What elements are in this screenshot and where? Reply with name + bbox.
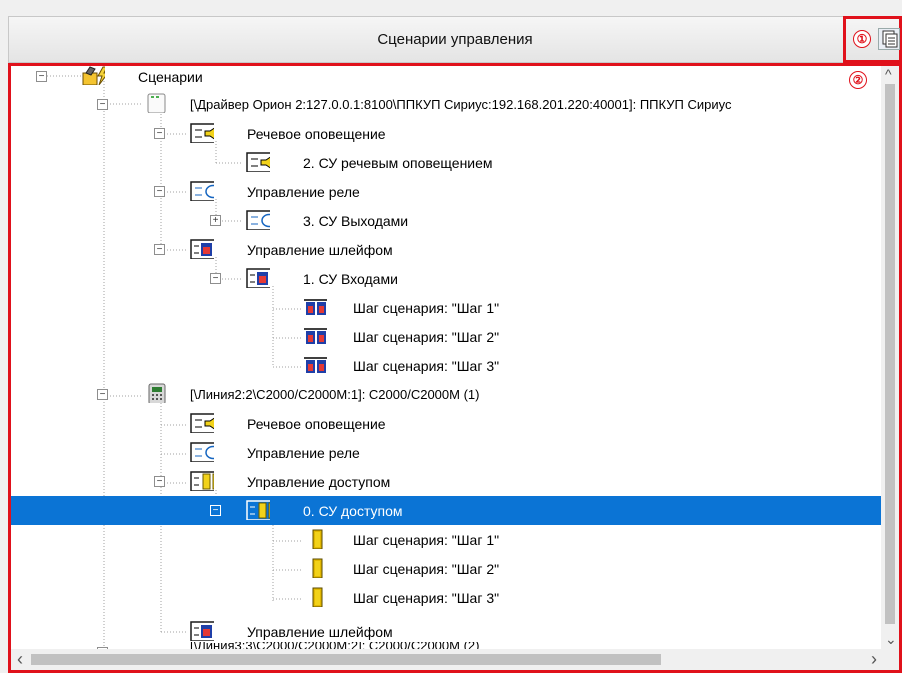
relay-control-icon — [246, 210, 270, 230]
relay-control-icon — [190, 442, 214, 462]
collapse-toggle[interactable]: − — [210, 505, 221, 516]
tree-row-access-step[interactable]: Шаг сценария: "Шаг 3" — [11, 583, 884, 612]
tree-row-relay[interactable]: Управление реле — [11, 438, 884, 467]
scenario-tree-panel[interactable]: ② − Сценарии − [\Драйвер Орион 2:127.0.0… — [8, 63, 902, 673]
tree-label-speech: Речевое оповещение — [247, 125, 386, 142]
loop-control-icon — [246, 268, 270, 288]
collapse-toggle[interactable]: − — [154, 186, 165, 197]
tree-label-step: Шаг сценария: "Шаг 3" — [353, 589, 500, 606]
collapse-toggle[interactable]: − — [154, 128, 165, 139]
header-title: Сценарии управления — [377, 31, 533, 48]
loop-step-icon — [304, 357, 327, 373]
tree-label-speech-scenario: 2. СУ речевым оповещением — [303, 154, 493, 171]
tree-row-line2[interactable]: − [\Линия2:2\С2000/С2000М:1]: С2000/С200… — [11, 380, 884, 409]
tree-label-loop-scenario: 1. СУ Входами — [303, 270, 398, 287]
speech-notification-icon — [190, 123, 214, 143]
collapse-toggle[interactable]: − — [97, 99, 108, 110]
copy-button[interactable] — [878, 28, 900, 50]
expand-toggle[interactable]: + — [210, 215, 221, 226]
tree-row-loop[interactable]: − Управление шлейфом — [11, 235, 884, 264]
device-icon — [147, 93, 166, 113]
access-control-icon — [190, 471, 214, 491]
tree-row-access[interactable]: − Управление доступом — [11, 467, 884, 496]
tree-row-access-step[interactable]: Шаг сценария: "Шаг 2" — [11, 554, 884, 583]
loop-control-icon — [190, 621, 214, 641]
tree-row-speech-scenario[interactable]: 2. СУ речевым оповещением — [11, 148, 884, 177]
door-step-icon — [312, 558, 323, 578]
tree-label-line2: [\Линия2:2\С2000/С2000М:1]: С2000/С2000М… — [190, 387, 480, 402]
tree-row-loop-step[interactable]: Шаг сценария: "Шаг 3" — [11, 351, 884, 380]
tree-label-step: Шаг сценария: "Шаг 3" — [353, 357, 500, 374]
collapse-toggle[interactable]: − — [210, 273, 221, 284]
tree-row-loop-step[interactable]: Шаг сценария: "Шаг 2" — [11, 322, 884, 351]
loop-control-icon — [190, 239, 214, 259]
tree-label-root: Сценарии — [138, 68, 203, 85]
badge-one: ① — [853, 30, 871, 48]
tree-row-relay-scenario[interactable]: + 3. СУ Выходами — [11, 206, 884, 235]
tree-label-driver: [\Драйвер Орион 2:127.0.0.1:8100\ППКУП С… — [190, 97, 732, 112]
scroll-right-icon[interactable]: › — [871, 649, 877, 670]
control-panel-icon — [148, 383, 166, 403]
scroll-up-icon[interactable]: ^ — [885, 66, 892, 82]
tree-row-driver[interactable]: − [\Драйвер Орион 2:127.0.0.1:8100\ППКУП… — [11, 90, 884, 119]
collapse-toggle[interactable]: − — [36, 71, 47, 82]
scenarios-root-icon — [82, 66, 105, 85]
tree-row-relay[interactable]: − Управление реле — [11, 177, 884, 206]
tree-label-access-scenario: 0. СУ доступом — [303, 502, 403, 519]
door-step-icon — [312, 529, 323, 549]
tree-label-relay: Управление реле — [247, 183, 360, 200]
tree-label-speech: Речевое оповещение — [247, 415, 386, 432]
tree-row-loop-step[interactable]: Шаг сценария: "Шаг 1" — [11, 293, 884, 322]
tree-label-step: Шаг сценария: "Шаг 2" — [353, 560, 500, 577]
collapse-toggle[interactable]: − — [97, 389, 108, 400]
speech-notification-icon — [246, 152, 270, 172]
tree-row-access-step[interactable]: Шаг сценария: "Шаг 1" — [11, 525, 884, 554]
door-step-icon — [312, 587, 323, 607]
tree-label-step: Шаг сценария: "Шаг 1" — [353, 299, 500, 316]
scroll-left-icon[interactable]: ‹ — [17, 649, 23, 670]
relay-control-icon — [190, 181, 214, 201]
tree-label-relay: Управление реле — [247, 444, 360, 461]
tree-label-step: Шаг сценария: "Шаг 2" — [353, 328, 500, 345]
collapse-toggle[interactable]: − — [154, 476, 165, 487]
tree-label-access: Управление доступом — [247, 473, 391, 490]
loop-step-icon — [304, 299, 327, 315]
horizontal-scroll-thumb[interactable] — [31, 654, 661, 665]
tree-row-speech[interactable]: Речевое оповещение — [11, 409, 884, 438]
tree-row-access-scenario[interactable]: − 0. СУ доступом — [11, 496, 884, 525]
vertical-scrollbar[interactable]: ^ ⌄ — [881, 66, 899, 649]
tree-label-loop: Управление шлейфом — [247, 623, 393, 640]
collapse-toggle[interactable]: − — [154, 244, 165, 255]
tree-row-root[interactable]: − Сценарии — [11, 66, 884, 91]
scenario-tree[interactable]: − Сценарии − [\Драйвер Орион 2:127.0.0.1… — [11, 66, 884, 654]
tree-label-loop: Управление шлейфом — [247, 241, 393, 258]
speech-notification-icon — [190, 413, 214, 433]
access-control-icon — [246, 500, 270, 520]
vertical-scroll-thumb[interactable] — [885, 84, 895, 624]
horizontal-scrollbar[interactable]: ‹ › — [11, 649, 899, 670]
scroll-down-icon[interactable]: ⌄ — [885, 631, 897, 648]
panel-header: Сценарии управления — [8, 16, 902, 63]
loop-step-icon — [304, 328, 327, 344]
tree-row-loop-scenario[interactable]: − 1. СУ Входами — [11, 264, 884, 293]
copy-icon — [882, 30, 898, 48]
tree-label-step: Шаг сценария: "Шаг 1" — [353, 531, 500, 548]
tree-label-relay-scenario: 3. СУ Выходами — [303, 212, 409, 229]
tree-row-speech[interactable]: − Речевое оповещение — [11, 119, 884, 148]
